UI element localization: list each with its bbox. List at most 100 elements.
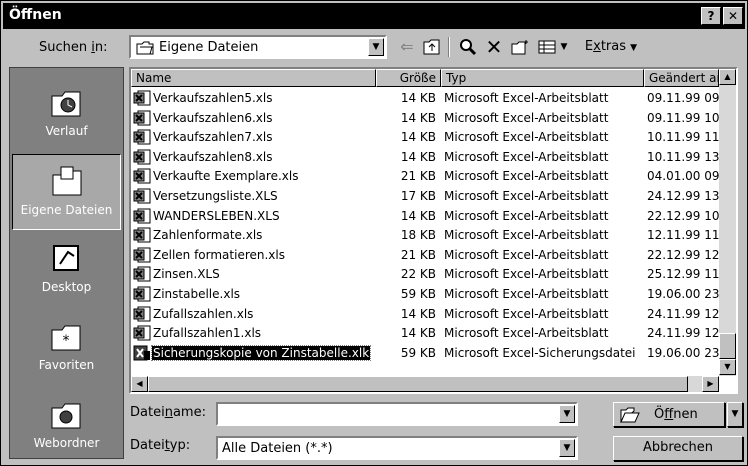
file-size: 59 KB [400, 345, 436, 360]
look-in-dropdown[interactable]: Eigene Dateien ▼ [129, 35, 387, 59]
scroll-thumb[interactable] [719, 333, 736, 359]
open-folder-icon [620, 407, 640, 423]
column-header-size[interactable]: Größe [376, 69, 441, 87]
open-button[interactable]: Öffnen [613, 402, 725, 427]
file-size: 21 KB [400, 169, 436, 184]
file-list[interactable]: Name Größe Typ Geändert am Verkaufszahle… [129, 67, 738, 394]
file-name: Verkaufszahlen8.xls [153, 149, 273, 164]
file-name: Verkaufszahlen5.xls [153, 91, 273, 105]
place-history[interactable]: Verlauf [12, 76, 121, 152]
file-name: Zahlenformate.xls [153, 228, 263, 243]
file-type: Microsoft Excel-Arbeitsblatt [444, 228, 609, 243]
file-modified: 22.12.99 12 [647, 247, 720, 262]
open-dialog: Öffnen ? ✕ Suchen in: Eigene Dateien ▼ ⇐… [0, 0, 748, 466]
file-type: Microsoft Excel-Arbeitsblatt [444, 267, 609, 282]
file-row[interactable]: Zufallszahlen1.xls 14 KB Microsoft Excel-A… [131, 324, 720, 342]
place-favorites[interactable]: * Favoriten [12, 310, 121, 386]
open-options-dropdown[interactable]: ▼ [727, 402, 743, 427]
filename-label: Dateiname: [130, 405, 206, 420]
place-desktop[interactable]: Desktop [12, 232, 121, 308]
cancel-button[interactable]: Abbrechen [613, 436, 743, 461]
file-name: Verkaufszahlen6.xls [153, 110, 273, 125]
filename-input[interactable]: ▼ [216, 402, 578, 426]
file-name: WANDERSLEBEN.XLS [153, 208, 280, 223]
file-row[interactable]: Zellen formatieren.xls 21 KB Microsoft Exc… [131, 246, 720, 264]
chevron-down-icon[interactable]: ▼ [559, 439, 575, 457]
file-size: 14 KB [400, 208, 436, 223]
file-type: Microsoft Excel-Arbeitsblatt [444, 189, 609, 203]
file-modified: 19.06.00 23 [647, 287, 720, 301]
file-size: 18 KB [400, 228, 436, 243]
vertical-scrollbar[interactable]: ▲ ▼ [719, 69, 736, 376]
look-in-label: Suchen in: [39, 40, 108, 55]
place-my-documents[interactable]: Eigene Dateien [12, 154, 121, 230]
extras-menu[interactable]: Extras ▼ [581, 36, 641, 58]
delete-icon[interactable]: ✕ [483, 36, 505, 58]
file-name: Verkaufszahlen7.xls [153, 130, 273, 145]
search-web-icon[interactable] [456, 36, 480, 58]
excel-backup-file-icon [133, 345, 150, 361]
file-type: Microsoft Excel-Sicherungsdatei [444, 345, 636, 360]
file-row[interactable]: Sicherungskopie von Zinstabelle.xlk 59 KB… [131, 344, 720, 362]
file-name: Zinsen.XLS [153, 267, 220, 282]
file-name: Zinstabelle.xls [153, 287, 241, 301]
toolbar-divider [448, 37, 450, 57]
file-row[interactable]: Versetzungsliste.XLS 17 KB Microsoft Excel… [131, 187, 720, 205]
excel-file-icon [133, 208, 151, 224]
up-folder-icon[interactable] [421, 36, 443, 58]
file-type: Microsoft Excel-Arbeitsblatt [444, 306, 609, 321]
file-size: 14 KB [400, 149, 436, 164]
views-icon[interactable] [536, 36, 558, 58]
filetype-dropdown[interactable]: Alle Dateien (*.*) ▼ [216, 436, 578, 460]
scroll-left-icon[interactable]: ◀ [131, 376, 148, 392]
excel-file-icon [133, 306, 151, 322]
file-modified: 12.11.99 11 [647, 228, 720, 243]
file-row[interactable]: Zinstabelle.xls 59 KB Microsoft Excel-Arbe… [131, 285, 720, 303]
place-web-folders[interactable]: Webordner [12, 388, 121, 464]
file-row[interactable]: Zufallszahlen.xls 14 KB Microsoft Excel-Ar… [131, 305, 720, 323]
file-row[interactable]: Verkaufszahlen7.xls 14 KB Microsoft Excel-… [131, 128, 720, 146]
file-row[interactable]: Verkaufte Exemplare.xls 21 KB Microsoft Ex… [131, 167, 720, 185]
views-dropdown-icon[interactable]: ▼ [558, 36, 570, 58]
file-size: 22 KB [400, 267, 436, 282]
close-button[interactable]: ✕ [723, 7, 743, 25]
help-button[interactable]: ? [701, 7, 721, 25]
file-modified: 25.12.99 11 [647, 267, 720, 282]
title-bar[interactable]: Öffnen ? ✕ [3, 3, 745, 29]
back-icon[interactable]: ⇐ [396, 36, 418, 58]
file-row[interactable]: WANDERSLEBEN.XLS 14 KB Microsoft Excel-Arb… [131, 207, 720, 225]
excel-file-icon [133, 286, 151, 302]
excel-file-icon [133, 110, 151, 126]
scroll-up-icon[interactable]: ▲ [719, 69, 736, 85]
column-header-type[interactable]: Typ [441, 69, 644, 87]
hscroll-thumb[interactable] [148, 376, 688, 392]
excel-file-icon [133, 149, 151, 165]
new-folder-icon[interactable] [509, 36, 533, 58]
file-size: 14 KB [400, 326, 436, 341]
column-header-name[interactable]: Name [131, 69, 376, 87]
file-type: Microsoft Excel-Arbeitsblatt [444, 149, 609, 164]
file-row[interactable]: Zinsen.XLS 22 KB Microsoft Excel-Arbeitsbl… [131, 265, 720, 283]
file-row[interactable]: Verkaufszahlen5.xls 14 KB Microsoft Excel-… [131, 89, 720, 107]
file-size: 14 KB [400, 91, 436, 105]
file-size: 14 KB [400, 306, 436, 321]
file-row[interactable]: Verkaufszahlen8.xls 14 KB Microsoft Excel-… [131, 148, 720, 166]
file-row[interactable]: Verkaufszahlen6.xls 14 KB Microsoft Excel-… [131, 109, 720, 127]
file-size: 14 KB [400, 110, 436, 125]
chevron-down-icon[interactable]: ▼ [559, 405, 575, 423]
column-header-modified[interactable]: Geändert am [644, 69, 719, 87]
file-modified: 09.11.99 09 [647, 91, 720, 105]
file-modified: 10.11.99 13 [647, 149, 720, 164]
places-bar: Verlauf Eigene Dateien Desktop * Favorit… [9, 67, 124, 459]
scroll-right-icon[interactable]: ▶ [702, 376, 719, 392]
excel-file-icon [133, 266, 151, 282]
file-name: Zellen formatieren.xls [153, 247, 285, 262]
scroll-down-icon[interactable]: ▼ [719, 359, 736, 375]
chevron-down-icon[interactable]: ▼ [368, 38, 384, 56]
horizontal-scrollbar[interactable]: ◀ ▶ [131, 376, 719, 392]
file-name: Versetzungsliste.XLS [153, 189, 278, 203]
excel-file-icon [133, 227, 151, 243]
file-type: Microsoft Excel-Arbeitsblatt [444, 287, 609, 301]
file-row[interactable]: Zahlenformate.xls 18 KB Microsoft Excel-Ar… [131, 226, 720, 244]
file-modified: 22.12.99 10 [647, 208, 720, 223]
